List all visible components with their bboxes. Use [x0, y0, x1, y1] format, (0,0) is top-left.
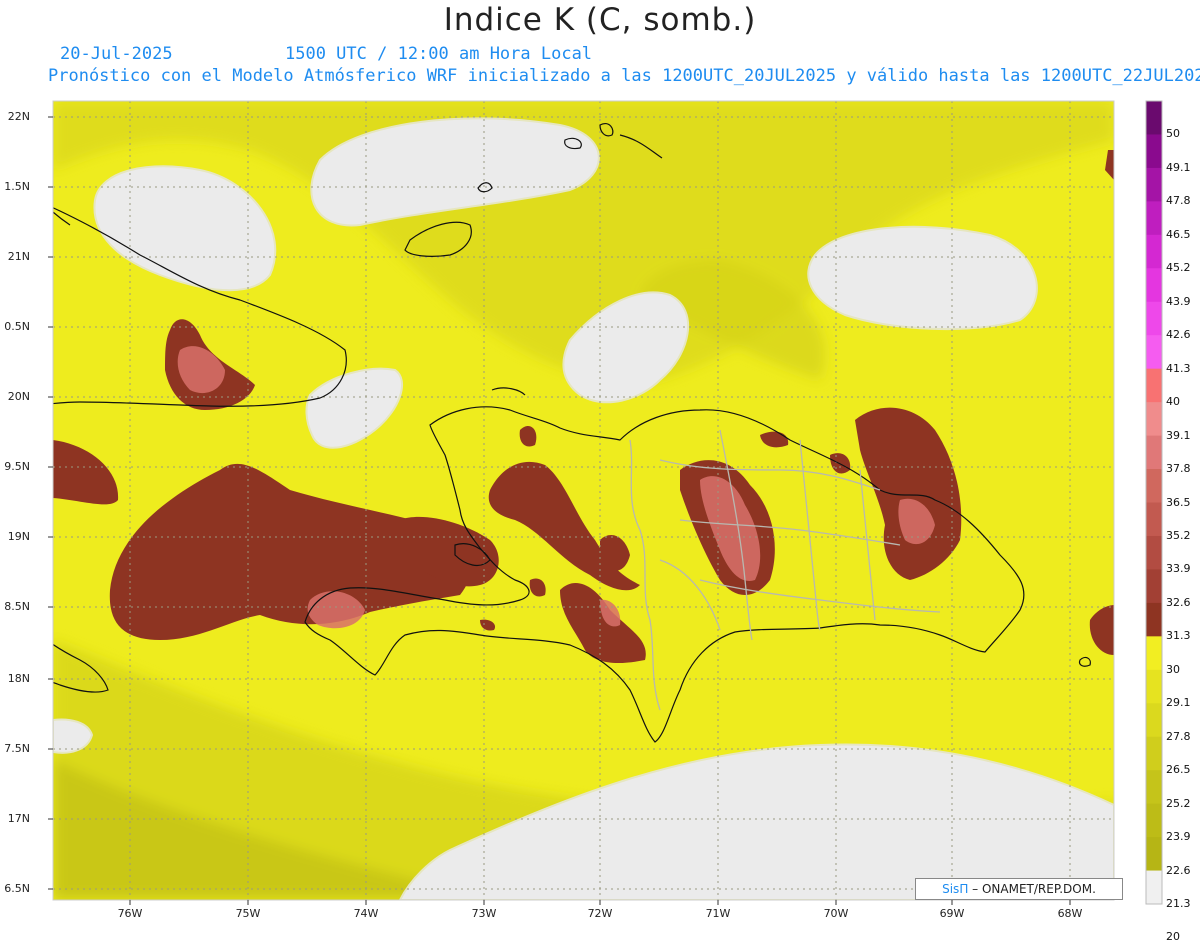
colorbar-swatch	[1146, 335, 1162, 370]
colorbar-swatch	[1146, 669, 1162, 704]
lat-label: 7.5N	[4, 742, 30, 755]
lat-label: 0.5N	[4, 320, 30, 333]
lon-label: 70W	[823, 907, 849, 920]
colorbar-swatch	[1146, 736, 1162, 771]
lat-label: 21N	[7, 250, 30, 263]
colorbar-level-label: 41.3	[1166, 361, 1191, 375]
colorbar-level-label: 42.6	[1166, 328, 1191, 342]
colorbar-swatch	[1146, 469, 1162, 503]
k-index-map	[48, 100, 1163, 905]
lon-label: 74W	[353, 907, 379, 920]
colorbar-swatch	[1146, 368, 1162, 403]
colorbar-level-label: 30	[1166, 662, 1180, 676]
lat-label: 1.5N	[4, 180, 30, 193]
colorbar-level-label: 49.1	[1166, 160, 1191, 174]
colorbar-level-label: 23.9	[1166, 830, 1191, 844]
colorbar-level-label: 46.5	[1166, 227, 1191, 241]
colorbar-level-label: 27.8	[1166, 729, 1191, 743]
colorbar-level-label: 33.9	[1166, 562, 1191, 576]
colorbar-level-label: 39.1	[1166, 428, 1191, 442]
colorbar-level-label: 43.9	[1166, 294, 1191, 308]
colorbar-swatch	[1146, 602, 1162, 637]
colorbar-swatch	[1146, 703, 1162, 738]
colorbar-swatch	[1146, 870, 1162, 905]
colorbar-swatch	[1146, 201, 1162, 236]
lon-label: 76W	[117, 907, 143, 920]
colorbar	[1145, 100, 1163, 905]
colorbar-swatch	[1146, 167, 1162, 202]
colorbar-level-label: 21.3	[1166, 897, 1191, 910]
colorbar-level-label: 45.2	[1166, 261, 1191, 275]
colorbar-level-label: 36.5	[1166, 495, 1191, 509]
lat-label: 9.5N	[4, 460, 30, 473]
colorbar-swatch	[1146, 502, 1162, 537]
colorbar-swatch	[1146, 402, 1162, 437]
colorbar-swatch	[1146, 803, 1162, 838]
lon-label: 72W	[587, 907, 613, 920]
lon-label: 69W	[939, 907, 965, 920]
colorbar-level-label: 35.2	[1166, 528, 1191, 542]
lon-label: 75W	[235, 907, 261, 920]
lat-label: 19N	[7, 530, 30, 543]
colorbar-swatch	[1146, 268, 1162, 303]
colorbar-level-label: 31.3	[1166, 629, 1191, 643]
colorbar-level-label: 22.6	[1166, 863, 1191, 877]
colorbar-swatch	[1146, 134, 1162, 169]
lat-label: 18N	[7, 672, 30, 685]
colorbar-level-label: 37.8	[1166, 462, 1191, 476]
colorbar-swatch	[1146, 837, 1162, 872]
colorbar-swatch	[1146, 636, 1162, 671]
colorbar-swatch	[1146, 435, 1162, 470]
colorbar-level-label: 20	[1166, 930, 1180, 943]
colorbar-level-label: 40	[1166, 395, 1180, 409]
lon-label: 68W	[1057, 907, 1083, 920]
colorbar-swatch	[1146, 770, 1162, 805]
colorbar-swatch	[1146, 301, 1162, 336]
colorbar-level-label: 50	[1166, 127, 1180, 141]
colorbar-level-label: 29.1	[1166, 696, 1191, 710]
colorbar-level-label: 26.5	[1166, 763, 1191, 777]
credit-org: – ONAMET/REP.DOM.	[972, 882, 1096, 896]
colorbar-swatch	[1146, 101, 1162, 135]
lon-label: 73W	[471, 907, 497, 920]
lon-label: 71W	[705, 907, 731, 920]
colorbar-level-label: 32.6	[1166, 595, 1191, 609]
colorbar-swatch	[1146, 535, 1162, 570]
brand-logo: SisΠ	[942, 882, 969, 896]
colorbar-level-label: 25.2	[1166, 796, 1191, 810]
lat-label: 20N	[7, 390, 30, 403]
lat-label: 8.5N	[4, 600, 30, 613]
lat-label: 17N	[7, 812, 30, 825]
colorbar-swatch	[1146, 234, 1162, 269]
lat-label: 6.5N	[4, 882, 30, 895]
lat-label: 22N	[7, 110, 30, 123]
colorbar-swatch	[1146, 569, 1162, 604]
colorbar-level-label: 47.8	[1166, 194, 1191, 208]
credit-box: SisΠ – ONAMET/REP.DOM.	[915, 878, 1123, 900]
